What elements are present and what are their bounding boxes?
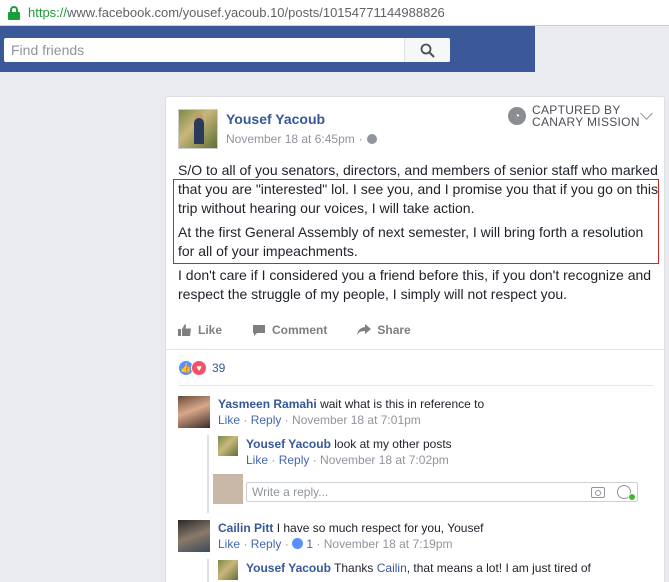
reactions-summary[interactable]: 👍 ♥ 39 bbox=[178, 360, 225, 376]
love-reaction-icon: ♥ bbox=[191, 360, 207, 376]
comment-actions: Like · Reply · November 18 at 7:01pm bbox=[218, 413, 421, 427]
comment-item: Yasmeen Ramahi wait what is this in refe… bbox=[218, 396, 648, 428]
url-protocol: https:// bbox=[28, 5, 68, 20]
like-button[interactable]: Like bbox=[178, 323, 222, 337]
reply-thread-line bbox=[207, 559, 209, 582]
comment-label: Comment bbox=[272, 323, 328, 337]
author-name[interactable]: Yousef Yacoub bbox=[226, 111, 325, 127]
commenter-avatar[interactable] bbox=[178, 396, 210, 428]
comment-timestamp[interactable]: November 18 at 7:19pm bbox=[324, 537, 453, 551]
watermark-line2: CANARY MISSION bbox=[532, 115, 640, 129]
divider bbox=[178, 385, 654, 386]
reply-avatar[interactable] bbox=[218, 560, 238, 580]
reply-box bbox=[246, 482, 638, 502]
comment-like-link[interactable]: Like bbox=[218, 537, 240, 551]
online-status-dot bbox=[628, 493, 636, 501]
search-input[interactable] bbox=[4, 38, 404, 62]
comment-text: look at my other posts bbox=[334, 437, 452, 451]
mention-link[interactable]: Cailin bbox=[377, 561, 407, 575]
author-avatar[interactable] bbox=[178, 109, 218, 149]
comment-like-link[interactable]: Like bbox=[246, 453, 268, 467]
canary-mission-watermark: ◔ CAPTURED BY CANARY MISSION bbox=[508, 104, 640, 128]
comment-text: Thanks bbox=[334, 561, 377, 575]
facebook-header bbox=[0, 26, 669, 72]
comment-reply-link[interactable]: Reply bbox=[251, 413, 282, 427]
comment-text: I have so much respect for you, Yousef bbox=[276, 521, 484, 535]
reaction-count[interactable]: 39 bbox=[212, 361, 225, 375]
share-label: Share bbox=[377, 323, 411, 337]
comment-item: Cailin Pitt I have so much respect for y… bbox=[218, 520, 648, 552]
reply-item: Yousef Yacoub Thanks Cailin, that means … bbox=[246, 560, 646, 576]
comment-like-count[interactable]: 1 bbox=[306, 537, 313, 551]
comment-actions: Like · Reply · 1 · November 18 at 7:19pm bbox=[218, 537, 453, 551]
comment-icon bbox=[253, 325, 266, 336]
url-path: www.facebook.com/yousef.yacoub.10/posts/… bbox=[67, 5, 445, 20]
chevron-down-icon[interactable] bbox=[640, 107, 653, 120]
canary-logo-icon: ◔ bbox=[508, 107, 526, 125]
reply-thread-line bbox=[207, 435, 209, 513]
share-button[interactable]: Share bbox=[357, 323, 411, 337]
post-meta: November 18 at 6:45pm · bbox=[226, 132, 377, 146]
reply-avatar[interactable] bbox=[218, 436, 238, 456]
globe-icon[interactable] bbox=[366, 134, 377, 144]
divider bbox=[166, 349, 664, 350]
comment-reply-link[interactable]: Reply bbox=[251, 537, 282, 551]
post-timestamp[interactable]: November 18 at 6:45pm bbox=[226, 132, 355, 146]
like-label: Like bbox=[198, 323, 223, 337]
browser-url-bar[interactable]: https://www.facebook.com/yousef.yacoub.1… bbox=[0, 0, 669, 26]
thumbs-up-icon bbox=[178, 324, 191, 336]
comment-timestamp[interactable]: November 18 at 7:01pm bbox=[292, 413, 421, 427]
commenter-name[interactable]: Cailin Pitt bbox=[218, 521, 273, 535]
comment-button[interactable]: Comment bbox=[252, 323, 327, 337]
search-button[interactable] bbox=[404, 38, 450, 62]
comment-reply-link[interactable]: Reply bbox=[279, 453, 310, 467]
comment-text: wait what is this in reference to bbox=[320, 397, 485, 411]
url-text[interactable]: https://www.facebook.com/yousef.yacoub.1… bbox=[28, 5, 445, 20]
meta-separator: · bbox=[358, 132, 363, 146]
commenter-name[interactable]: Yousef Yacoub bbox=[246, 437, 331, 451]
comment-like-icon bbox=[292, 538, 304, 549]
post-card: Yousef Yacoub November 18 at 6:45pm · ◔ … bbox=[165, 96, 665, 582]
current-user-avatar bbox=[213, 474, 243, 504]
reply-item: Yousef Yacoub look at my other posts Lik… bbox=[246, 436, 646, 468]
header-right-area bbox=[535, 26, 669, 72]
search-bar bbox=[4, 38, 450, 62]
comment-like-link[interactable]: Like bbox=[218, 413, 240, 427]
lock-icon bbox=[8, 5, 20, 20]
share-icon bbox=[357, 324, 372, 335]
highlight-box bbox=[173, 179, 659, 264]
post-actions: Like Comment Share bbox=[178, 323, 441, 337]
comment-actions: Like · Reply · November 18 at 7:02pm bbox=[246, 453, 449, 467]
comment-text: , that means a lot! I am just tired of bbox=[406, 561, 591, 575]
commenter-avatar[interactable] bbox=[178, 520, 210, 552]
comment-timestamp[interactable]: November 18 at 7:02pm bbox=[320, 453, 449, 467]
post-paragraph-3: I don't care if I considered you a frien… bbox=[178, 267, 652, 302]
reply-input[interactable] bbox=[247, 483, 591, 501]
commenter-name[interactable]: Yousef Yacoub bbox=[246, 561, 331, 575]
commenter-name[interactable]: Yasmeen Ramahi bbox=[218, 397, 317, 411]
search-icon bbox=[420, 43, 435, 58]
camera-icon[interactable] bbox=[591, 486, 605, 498]
